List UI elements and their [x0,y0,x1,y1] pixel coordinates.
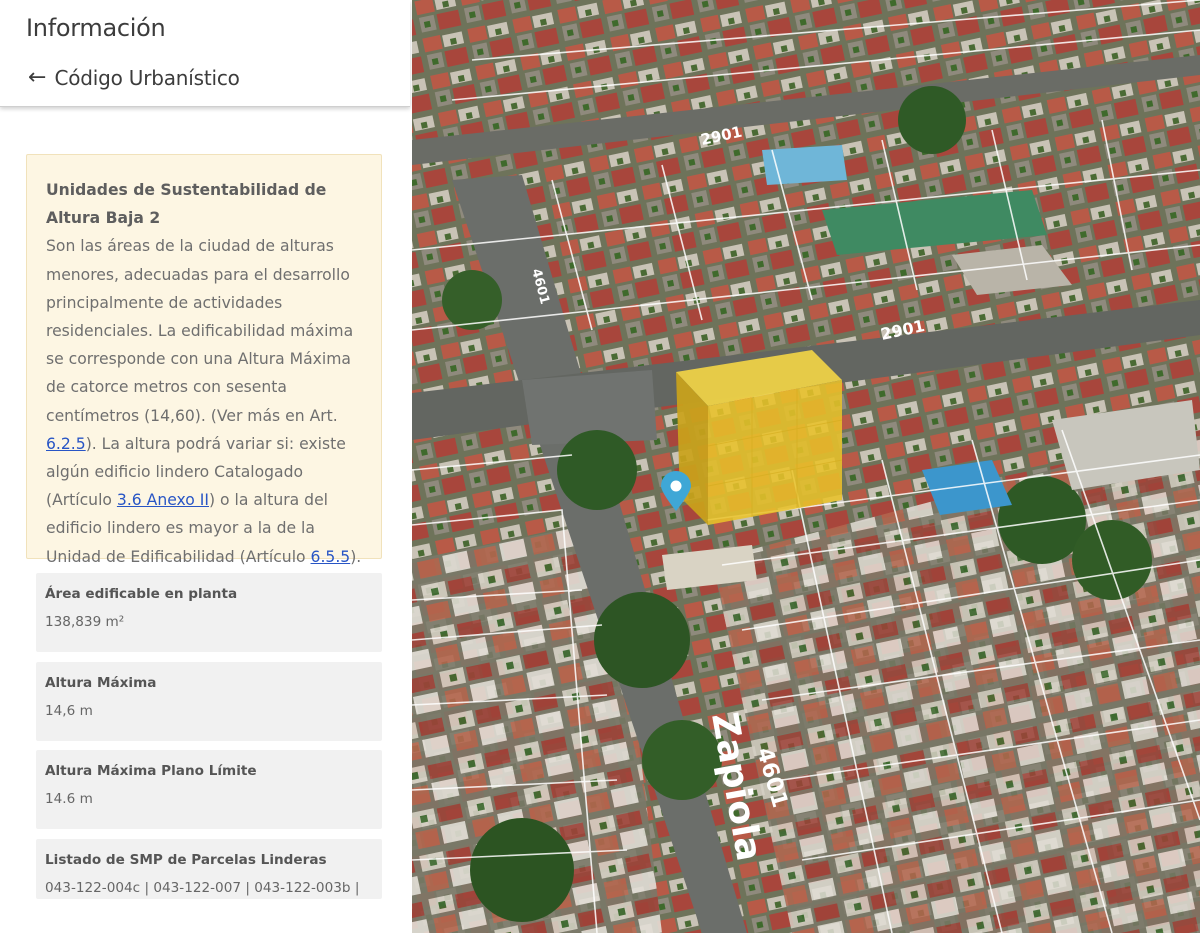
card-value: 14.6 m [45,791,93,807]
zoning-title: Unidades de Sustentabilidad de Altura Ba… [46,181,327,228]
card-label: Área edificable en planta [45,586,238,602]
card-label: Altura Máxima Plano Límite [45,763,257,779]
card-label: Altura Máxima [45,675,157,691]
article-link[interactable]: 6.5.5 [311,548,351,566]
zoning-info-box: Unidades de Sustentabilidad de Altura Ba… [26,154,382,566]
back-button[interactable]: ← Código Urbanístico [28,66,240,90]
info-panel: Información ← Código Urbanístico Unidade… [0,0,412,933]
building-volume[interactable] [676,350,843,525]
card-value: 14,6 m [45,703,93,719]
annex-link[interactable]: 3.6 Anexo II [117,491,209,509]
description-text: Son las áreas de la ciudad de alturas me… [46,237,354,425]
attribute-card: Altura Máxima 14,6 m [36,662,382,741]
panel-title: Información [26,14,166,42]
zoning-description: Son las áreas de la ciudad de alturas me… [46,232,363,570]
card-value: 138,839 m² [45,614,125,630]
attribute-card: Área edificable en planta 138,839 m² [36,573,382,652]
satellite-map[interactable]: 2901 2901 4601 Zapiola 4601 [412,0,1200,933]
panel-header: Información ← Código Urbanístico [0,0,410,107]
card-label: Listado de SMP de Parcelas Linderas [45,852,327,868]
back-label: Código Urbanístico [54,66,240,90]
arrow-left-icon: ← [28,65,47,90]
map-view[interactable]: 2901 2901 4601 Zapiola 4601 [412,0,1200,933]
attribute-card: Altura Máxima Plano Límite 14.6 m [36,750,382,829]
article-link[interactable]: 6.2.5 [46,435,86,453]
description-text: ). [350,547,362,566]
card-value: 043-122-004c | 043-122-007 | 043-122-003… [45,880,360,896]
attribute-card: Listado de SMP de Parcelas Linderas 043-… [36,839,382,899]
